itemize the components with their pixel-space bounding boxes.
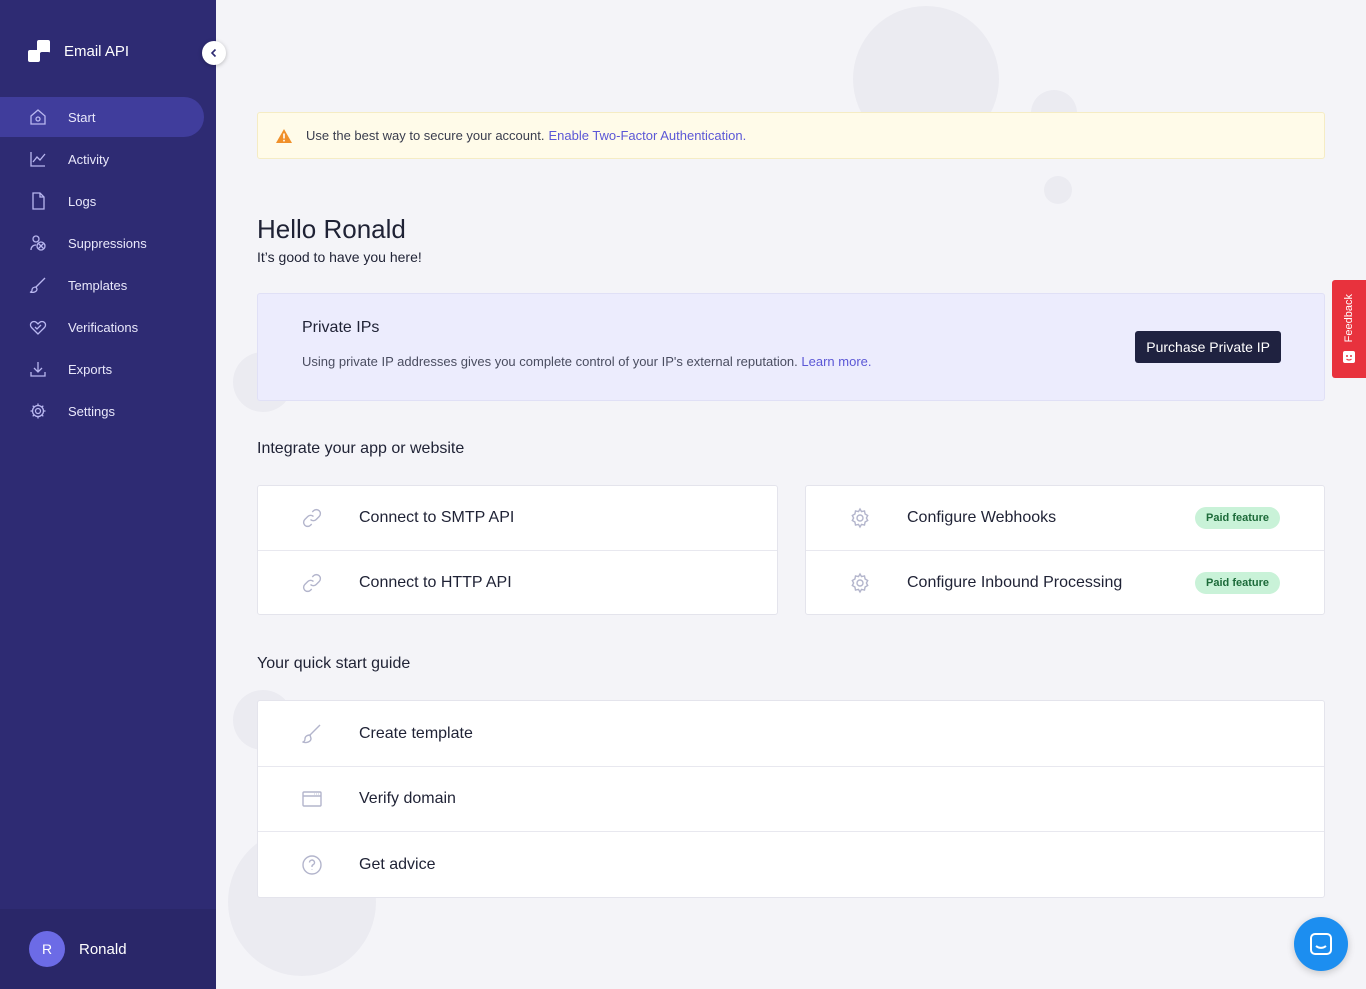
page-subtitle: It’s good to have you here!: [257, 249, 422, 265]
link-icon: [301, 507, 323, 529]
gear-icon: [849, 572, 871, 594]
warning-icon: [276, 128, 292, 143]
sidebar-item-suppressions[interactable]: Suppressions: [0, 223, 204, 263]
feedback-tab[interactable]: Feedback: [1332, 280, 1366, 378]
download-icon: [29, 360, 47, 378]
verification-heart-icon: [29, 318, 47, 336]
list-item-label: Configure Webhooks: [907, 509, 1057, 526]
gear-icon: [29, 402, 47, 420]
gear-icon: [849, 507, 871, 529]
file-icon: [29, 192, 47, 210]
avatar: R: [29, 931, 65, 967]
list-item-create-template[interactable]: Create template: [258, 701, 1324, 767]
brush-icon: [301, 723, 323, 745]
chevron-left-icon: [210, 48, 217, 58]
enable-2fa-link[interactable]: Enable Two-Factor Authentication.: [548, 128, 746, 143]
background-decoration: [1044, 176, 1072, 204]
sidebar-nav: Start Activity Logs Suppressions Templat…: [0, 97, 216, 433]
list-item-http-api[interactable]: Connect to HTTP API: [258, 551, 777, 615]
chat-launcher-button[interactable]: [1294, 917, 1348, 971]
sidebar-item-label: Logs: [68, 193, 97, 209]
learn-more-link[interactable]: Learn more.: [801, 354, 871, 369]
home-icon: [29, 108, 47, 126]
paid-feature-badge: Paid feature: [1195, 572, 1280, 594]
brush-icon: [29, 276, 47, 294]
suppressions-icon: [29, 234, 47, 252]
list-item-label: Create template: [359, 724, 473, 742]
list-item-label: Configure Inbound Processing: [907, 574, 1123, 591]
activity-chart-icon: [29, 150, 47, 168]
list-item-label: Verify domain: [359, 790, 456, 807]
integrate-section-title: Integrate your app or website: [257, 440, 465, 457]
sidebar-item-logs[interactable]: Logs: [0, 181, 204, 221]
sidebar-item-label: Start: [68, 109, 96, 125]
list-item-get-advice[interactable]: Get advice: [258, 832, 1324, 897]
purchase-private-ip-button[interactable]: Purchase Private IP: [1135, 331, 1281, 363]
question-circle-icon: [301, 854, 323, 876]
sidebar-item-label: Verifications: [68, 319, 139, 335]
security-alert: Use the best way to secure your account.…: [257, 112, 1325, 159]
sidebar-item-label: Settings: [68, 403, 115, 419]
paid-feature-badge: Paid feature: [1195, 507, 1280, 529]
private-ips-banner: Private IPs Using private IP addresses g…: [257, 293, 1325, 401]
alert-text: Use the best way to secure your account.: [306, 128, 545, 143]
feedback-smiley-icon: [1343, 351, 1355, 364]
collapse-sidebar-button[interactable]: [202, 41, 226, 65]
link-icon: [301, 572, 323, 594]
sidebar-item-templates[interactable]: Templates: [0, 265, 204, 305]
greeting: Hello Ronald It’s good to have you here!: [257, 214, 422, 265]
sidebar: Email API Start Activity Logs Suppressio…: [0, 0, 216, 989]
browser-window-icon: [301, 788, 323, 810]
list-item-inbound-processing[interactable]: Configure Inbound Processing Paid featur…: [806, 551, 1324, 615]
list-item-label: Get advice: [359, 855, 436, 873]
sidebar-item-exports[interactable]: Exports: [0, 349, 204, 389]
list-item-label: Connect to HTTP API: [359, 574, 512, 591]
page-title: Hello Ronald: [257, 214, 406, 244]
list-item-label: Connect to SMTP API: [359, 509, 515, 526]
brand-logo-icon: [28, 40, 50, 62]
sidebar-item-label: Exports: [68, 361, 113, 377]
user-profile[interactable]: R Ronald: [0, 909, 216, 989]
app-name: Email API: [64, 42, 130, 60]
quick-start-section-title: Your quick start guide: [257, 655, 411, 672]
integration-card-config: Configure Webhooks Paid feature Configur…: [805, 485, 1325, 615]
integration-card-api: Connect to SMTP API Connect to HTTP API: [257, 485, 778, 615]
list-item-verify-domain[interactable]: Verify domain: [258, 767, 1324, 832]
brand[interactable]: Email API: [28, 40, 129, 62]
quick-start-card: Create template Verify domain Get advice: [257, 700, 1325, 898]
sidebar-item-label: Templates: [68, 277, 128, 293]
list-item-smtp-api[interactable]: Connect to SMTP API: [258, 486, 777, 551]
sidebar-item-label: Suppressions: [68, 235, 147, 251]
sidebar-item-activity[interactable]: Activity: [0, 139, 204, 179]
sidebar-item-label: Activity: [68, 151, 110, 167]
sidebar-item-settings[interactable]: Settings: [0, 391, 204, 431]
user-name: Ronald: [79, 940, 127, 958]
banner-description: Using private IP addresses gives you com…: [302, 354, 798, 369]
sidebar-item-start[interactable]: Start: [0, 97, 204, 137]
chat-icon: [1310, 933, 1332, 955]
banner-text: Using private IP addresses gives you com…: [302, 354, 872, 369]
sidebar-item-verifications[interactable]: Verifications: [0, 307, 204, 347]
feedback-label: Feedback: [1343, 293, 1355, 343]
list-item-webhooks[interactable]: Configure Webhooks Paid feature: [806, 486, 1324, 551]
banner-title: Private IPs: [302, 319, 380, 336]
